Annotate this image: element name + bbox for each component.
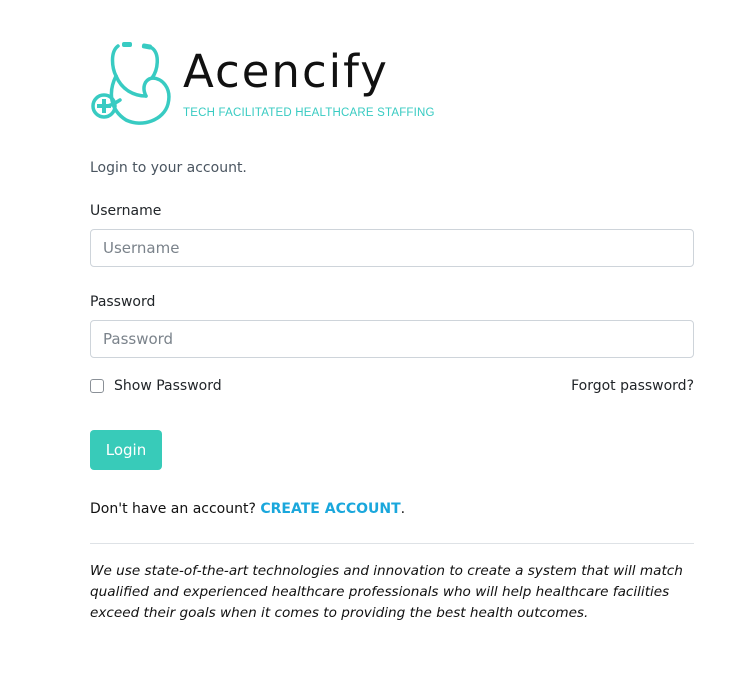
company-description: We use state-of-the-art technologies and… (90, 563, 683, 621)
stethoscope-icon (91, 42, 171, 125)
login-intro: Login to your account. (90, 160, 247, 176)
password-label: Password (90, 294, 156, 310)
show-password-label[interactable]: Show Password (114, 377, 222, 395)
forgot-password-link[interactable]: Forgot password? (571, 377, 694, 395)
username-input[interactable] (90, 229, 694, 267)
signup-prompt: Don't have an account? CREATE ACCOUNT. (90, 500, 405, 518)
brand-tagline: TECH FACILITATED HEALTHCARE STAFFING (183, 107, 435, 119)
username-label: Username (90, 203, 162, 219)
signup-prompt-text: Don't have an account? (90, 501, 261, 517)
password-input[interactable] (90, 320, 694, 358)
signup-suffix: . (400, 501, 406, 517)
create-account-link[interactable]: CREATE ACCOUNT (260, 501, 400, 517)
show-password-toggle[interactable]: Show Password (90, 377, 222, 395)
brand-name: Acencify (183, 45, 389, 98)
login-button[interactable]: Login (90, 430, 162, 470)
show-password-checkbox[interactable] (90, 379, 104, 393)
brand-logo: Acencify TECH FACILITATED HEALTHCARE STA… (90, 40, 435, 128)
divider (90, 543, 694, 544)
